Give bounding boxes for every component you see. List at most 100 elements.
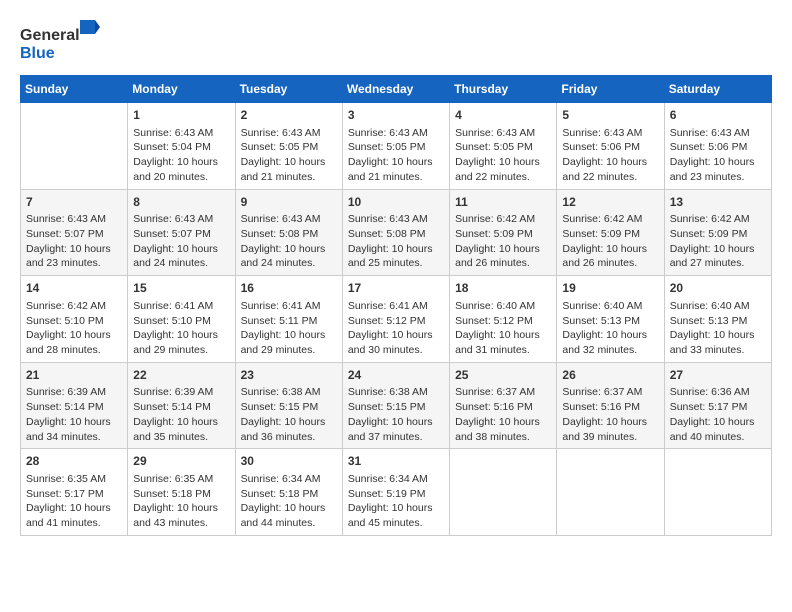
day-info: Sunrise: 6:43 AM [455, 126, 551, 141]
calendar-table: SundayMondayTuesdayWednesdayThursdayFrid… [20, 75, 772, 536]
day-number: 15 [133, 280, 229, 297]
day-info: Sunrise: 6:42 AM [562, 212, 658, 227]
day-number: 31 [348, 453, 444, 470]
day-number: 17 [348, 280, 444, 297]
calendar-cell: 14 Sunrise: 6:42 AMSunset: 5:10 PMDayligh… [21, 276, 128, 363]
day-info: Sunset: 5:05 PM [455, 140, 551, 155]
day-info: Daylight: 10 hours [348, 242, 444, 257]
day-number: 20 [670, 280, 766, 297]
calendar-cell: 31Sunrise: 6:34 AMSunset: 5:19 PMDayligh… [342, 449, 449, 536]
day-info: Sunset: 5:05 PM [348, 140, 444, 155]
day-info: Sunset: 5:06 PM [562, 140, 658, 155]
day-info: Sunset: 5:15 PM [241, 400, 337, 415]
day-info: Sunrise: 6:41 AM [348, 299, 444, 314]
day-info: Daylight: 10 hours [241, 155, 337, 170]
day-info: Daylight: 10 hours [455, 415, 551, 430]
day-number: 14 [26, 280, 122, 297]
day-info: and 31 minutes. [455, 343, 551, 358]
day-info: Sunset: 5:09 PM [562, 227, 658, 242]
day-number: 1 [133, 107, 229, 124]
day-info: Sunset: 5:06 PM [670, 140, 766, 155]
day-info: Sunrise: 6:43 AM [241, 212, 337, 227]
day-info: and 26 minutes. [455, 256, 551, 271]
day-info: Sunset: 5:16 PM [562, 400, 658, 415]
day-info: Sunset: 5:08 PM [241, 227, 337, 242]
calendar-cell: 11Sunrise: 6:42 AMSunset: 5:09 PMDayligh… [450, 189, 557, 276]
week-row-1: 1Sunrise: 6:43 AMSunset: 5:04 PMDaylight… [21, 103, 772, 190]
day-info: and 20 minutes. [133, 170, 229, 185]
day-info: Sunset: 5:05 PM [241, 140, 337, 155]
day-info: and 39 minutes. [562, 430, 658, 445]
day-info: and 43 minutes. [133, 516, 229, 531]
day-info: and 21 minutes. [241, 170, 337, 185]
week-row-2: 7Sunrise: 6:43 AMSunset: 5:07 PMDaylight… [21, 189, 772, 276]
day-number: 19 [562, 280, 658, 297]
day-info: Sunset: 5:07 PM [26, 227, 122, 242]
day-number: 4 [455, 107, 551, 124]
svg-text:Blue: Blue [20, 45, 55, 62]
day-number: 12 [562, 194, 658, 211]
day-info: Daylight: 10 hours [133, 501, 229, 516]
calendar-cell [557, 449, 664, 536]
day-info: Sunrise: 6:39 AM [133, 385, 229, 400]
day-info: Sunrise: 6:42 AM [455, 212, 551, 227]
day-info: Sunset: 5:14 PM [133, 400, 229, 415]
day-number: 22 [133, 367, 229, 384]
day-info: Daylight: 10 hours [455, 155, 551, 170]
day-info: Sunrise: 6:43 AM [348, 126, 444, 141]
day-info: Daylight: 10 hours [133, 328, 229, 343]
day-info: Sunrise: 6:38 AM [241, 385, 337, 400]
day-info: Sunrise: 6:38 AM [348, 385, 444, 400]
day-number: 26 [562, 367, 658, 384]
day-info: and 23 minutes. [670, 170, 766, 185]
day-info: and 29 minutes. [241, 343, 337, 358]
day-info: and 34 minutes. [26, 430, 122, 445]
day-info: Sunrise: 6:42 AM [26, 299, 122, 314]
day-info: and 38 minutes. [455, 430, 551, 445]
day-info: Sunset: 5:16 PM [455, 400, 551, 415]
day-info: Sunset: 5:13 PM [562, 314, 658, 329]
day-info: Sunrise: 6:40 AM [455, 299, 551, 314]
day-info: Sunrise: 6:43 AM [241, 126, 337, 141]
day-number: 18 [455, 280, 551, 297]
day-info: Daylight: 10 hours [26, 328, 122, 343]
day-info: and 24 minutes. [133, 256, 229, 271]
day-number: 11 [455, 194, 551, 211]
day-number: 3 [348, 107, 444, 124]
day-info: Sunset: 5:09 PM [670, 227, 766, 242]
day-info: and 40 minutes. [670, 430, 766, 445]
day-info: Daylight: 10 hours [241, 242, 337, 257]
day-info: and 28 minutes. [26, 343, 122, 358]
day-number: 24 [348, 367, 444, 384]
day-info: Daylight: 10 hours [133, 155, 229, 170]
day-info: Sunset: 5:10 PM [26, 314, 122, 329]
day-info: Sunset: 5:14 PM [26, 400, 122, 415]
day-info: Daylight: 10 hours [26, 242, 122, 257]
calendar-cell: 25Sunrise: 6:37 AMSunset: 5:16 PMDayligh… [450, 362, 557, 449]
day-info: Sunrise: 6:37 AM [455, 385, 551, 400]
day-info: and 22 minutes. [455, 170, 551, 185]
day-info: and 23 minutes. [26, 256, 122, 271]
day-info: and 41 minutes. [26, 516, 122, 531]
calendar-cell: 26Sunrise: 6:37 AMSunset: 5:16 PMDayligh… [557, 362, 664, 449]
day-info: Sunset: 5:13 PM [670, 314, 766, 329]
day-info: Daylight: 10 hours [348, 501, 444, 516]
day-info: Sunrise: 6:39 AM [26, 385, 122, 400]
weekday-header-tuesday: Tuesday [235, 76, 342, 103]
day-number: 27 [670, 367, 766, 384]
day-number: 6 [670, 107, 766, 124]
day-info: Daylight: 10 hours [670, 328, 766, 343]
day-info: Sunrise: 6:43 AM [348, 212, 444, 227]
weekday-header-monday: Monday [128, 76, 235, 103]
calendar-cell: 28Sunrise: 6:35 AMSunset: 5:17 PMDayligh… [21, 449, 128, 536]
day-info: Sunset: 5:18 PM [133, 487, 229, 502]
day-info: and 22 minutes. [562, 170, 658, 185]
calendar-cell: 5Sunrise: 6:43 AMSunset: 5:06 PMDaylight… [557, 103, 664, 190]
day-info: Sunrise: 6:43 AM [133, 212, 229, 227]
day-info: Sunrise: 6:35 AM [133, 472, 229, 487]
day-info: Sunset: 5:17 PM [26, 487, 122, 502]
day-number: 7 [26, 194, 122, 211]
day-info: Sunrise: 6:43 AM [26, 212, 122, 227]
calendar-cell: 17Sunrise: 6:41 AMSunset: 5:12 PMDayligh… [342, 276, 449, 363]
week-row-3: 14Sunrise: 6:42 AMSunset: 5:10 PMDayligh… [21, 276, 772, 363]
